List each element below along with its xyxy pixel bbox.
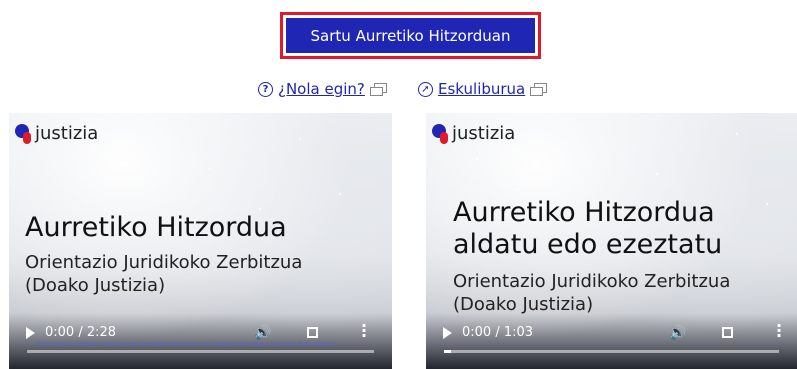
how-to-link[interactable]: ¿Nola egin? xyxy=(278,80,365,98)
video-title-line: Aurretiko Hitzordua xyxy=(453,197,715,228)
video-subtitle: Orientazio Juridikoko Zerbitzua (Doako J… xyxy=(25,251,302,297)
new-window-icon xyxy=(530,83,548,96)
video-title-line: Aurretiko Hitzordua xyxy=(25,212,287,243)
new-window-icon xyxy=(369,83,387,96)
help-links: ? ¿Nola egin? ➚ Eskuliburua xyxy=(0,80,797,102)
video-subtitle-line: Orientazio Juridikoko Zerbitzua xyxy=(25,252,303,273)
video-brand: justizia xyxy=(15,123,98,144)
video-progress-bar[interactable] xyxy=(444,350,779,353)
volume-icon[interactable]: 🔊 xyxy=(254,325,271,341)
fullscreen-icon[interactable] xyxy=(722,327,733,338)
volume-icon[interactable]: 🔊 xyxy=(669,325,686,341)
play-icon[interactable] xyxy=(26,327,35,339)
more-options-icon[interactable]: · · · xyxy=(361,318,367,344)
video-progress-fill xyxy=(444,350,451,353)
video-title-line: aldatu edo ezeztatu xyxy=(453,229,723,261)
compass-icon: ➚ xyxy=(418,81,433,97)
video-time: 0:00 / 2:28 xyxy=(45,325,117,340)
video-controls: 0:00 / 1:03 🔊 · · · xyxy=(426,317,797,369)
more-options-icon[interactable]: · · · xyxy=(776,318,782,344)
play-icon[interactable] xyxy=(443,327,452,339)
video-subtitle-line: (Doako Justizia) xyxy=(453,294,594,316)
video-time: 0:00 / 1:03 xyxy=(462,325,534,340)
video-subtitle-line: Orientazio Juridikoko Zerbitzua xyxy=(453,271,731,292)
video-brand-label: justizia xyxy=(452,123,516,144)
manual-link-group: ➚ Eskuliburua xyxy=(418,80,548,98)
question-circle-icon: ? xyxy=(258,81,273,97)
video-player-change-cancel[interactable]: justizia Aurretiko Hitzordua aldatu edo … xyxy=(426,113,797,369)
fullscreen-icon[interactable] xyxy=(307,327,318,338)
enter-appointment-button[interactable]: Sartu Aurretiko Hitzorduan xyxy=(286,18,535,53)
justizia-logo-icon xyxy=(15,123,31,144)
video-caption-text: Orientazio juridikoko zerbitzuaren aurre… xyxy=(37,341,335,348)
video-title: Aurretiko Hitzordua aldatu edo ezeztatu xyxy=(453,197,722,262)
justizia-logo-icon xyxy=(432,123,448,144)
video-player-appointment[interactable]: justizia Aurretiko Hitzordua Orientazio … xyxy=(9,113,392,369)
video-subtitle: Orientazio Juridikoko Zerbitzua (Doako J… xyxy=(453,270,730,316)
video-brand: justizia xyxy=(432,123,515,144)
cta-highlight-frame: Sartu Aurretiko Hitzorduan xyxy=(280,12,541,59)
manual-link[interactable]: Eskuliburua xyxy=(438,80,525,98)
video-brand-label: justizia xyxy=(35,123,99,144)
video-subtitle-line: (Doako Justizia) xyxy=(25,275,166,297)
video-title: Aurretiko Hitzordua xyxy=(25,212,287,244)
how-to-link-group: ? ¿Nola egin? xyxy=(258,80,387,98)
video-progress-bar[interactable] xyxy=(27,350,374,353)
video-controls: 0:00 / 2:28 🔊 · · · Orientazio juridikoko … xyxy=(9,317,392,369)
